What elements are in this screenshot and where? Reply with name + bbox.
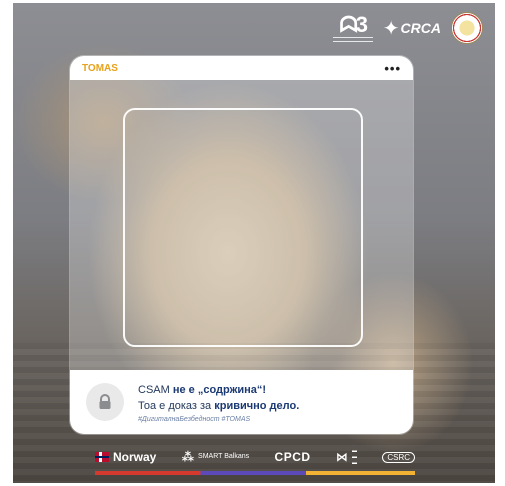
smart-balkans-text: SMART Balkans [198, 453, 250, 460]
csrc-text: CSRC [382, 451, 415, 463]
card-header: TOMAS ••• [70, 56, 413, 80]
institute-mark-icon: ⋈ [335, 450, 348, 464]
partner-logo-left: ᗣ3 [332, 11, 373, 42]
cpcd-logo: CPCD [275, 450, 311, 464]
post-card: TOMAS ••• CSAM не е „содржина“! Тоа е до… [70, 56, 413, 434]
figure-icon: ✦ [382, 17, 400, 40]
hashtags: #ДигиталнаБезбедност #TOMAS [138, 415, 251, 423]
smart-balkans-logo: ⁂ SMART Balkans [182, 450, 249, 464]
card-brand: TOMAS [82, 62, 118, 74]
photo-frame [123, 108, 363, 347]
line2-prefix: Тоа е доказ за [138, 399, 215, 412]
menu-dots-icon[interactable]: ••• [384, 61, 401, 76]
top-logos: ᗣ3 ✦ CRCA [332, 11, 483, 45]
crca-logo: ✦ CRCA [383, 16, 441, 41]
crca-logo-text: CRCA [400, 20, 441, 36]
norway-flag-icon [95, 452, 109, 462]
line1-prefix: CSAM [138, 383, 173, 396]
logo-caption-lines [332, 36, 373, 42]
infinity-logo-mark: ᗣ3 [339, 11, 368, 37]
lock-icon [86, 383, 124, 421]
norway-text: Norway [113, 450, 157, 464]
institute-logo: ⋈ ▬ ▬ ▬ [336, 448, 357, 466]
csrc-logo: CSRC [382, 451, 415, 463]
line1-bold: не е „содржина“! [172, 383, 267, 396]
message-line-2: Тоа е доказ за кривично дело. [138, 398, 299, 414]
card-footer: CSAM не е „содржина“! Тоа е доказ за кри… [70, 370, 413, 434]
message-line-1: CSAM не е „содржина“! [138, 382, 299, 398]
norway-logo: Norway [95, 450, 156, 464]
cpcd-text: CPCD [274, 450, 311, 464]
institute-caption-lines: ▬ ▬ ▬ [351, 448, 357, 466]
line2-bold: кривично дело. [214, 399, 300, 412]
color-stripe [95, 471, 415, 475]
people-icon: ⁂ [181, 450, 195, 464]
message-text: CSAM не е „содржина“! Тоа е доказ за кри… [138, 382, 299, 423]
partners-bar: Norway ⁂ SMART Balkans CPCD ⋈ ▬ ▬ ▬ CSRC [95, 446, 415, 468]
seal-logo [451, 12, 483, 44]
